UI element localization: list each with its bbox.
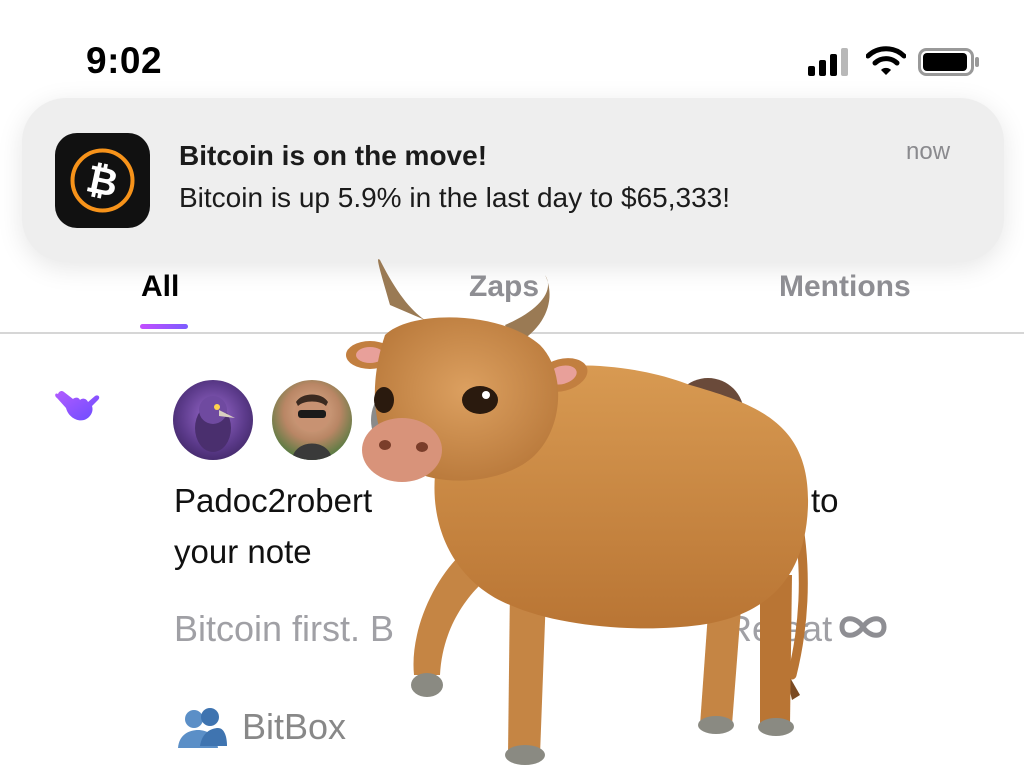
battery-icon (918, 48, 979, 76)
push-notification[interactable]: ₿ Bitcoin is on the move! Bitcoin is up … (22, 98, 1004, 262)
notification-time: now (906, 138, 951, 165)
community-name[interactable]: BitBox (242, 706, 346, 748)
wifi-icon (866, 46, 906, 75)
bull-emoji (346, 259, 809, 765)
svg-text:₿: ₿ (83, 158, 122, 206)
bitcoin-icon: ₿ (55, 133, 150, 228)
infinity-icon (839, 616, 887, 638)
status-time: 9:02 (86, 40, 163, 81)
tab-all[interactable]: All (141, 270, 179, 304)
tab-selected-indicator (140, 324, 188, 329)
shaka-hand-icon (55, 390, 100, 421)
status-bar: 9:02 (0, 0, 1024, 110)
avatar[interactable] (173, 380, 253, 460)
notification-title: Bitcoin is on the move! (179, 140, 488, 171)
notification-body: Bitcoin is up 5.9% in the last day to $6… (179, 182, 731, 213)
activity-message-line2: your note (174, 533, 312, 570)
cellular-signal-icon (808, 48, 848, 76)
group-icon (178, 708, 227, 748)
